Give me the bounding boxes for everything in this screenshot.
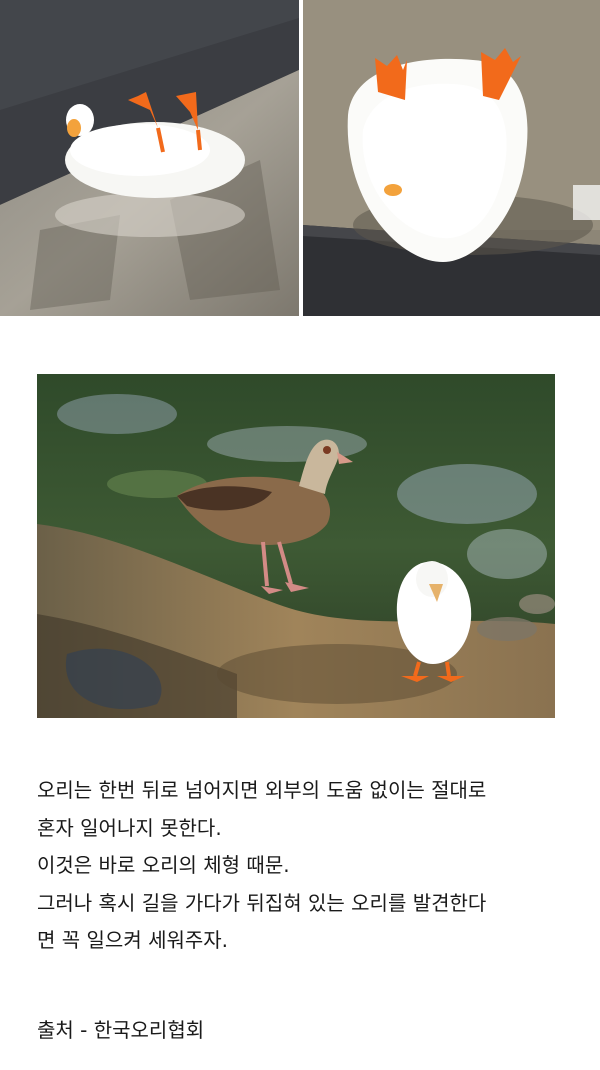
caption-line-4: 그러나 혹시 길을 가다가 뒤집혀 있는 오리를 발견한다 xyxy=(37,890,487,915)
duck-on-back-top-photo xyxy=(303,0,600,316)
duck-on-back-side-photo xyxy=(0,0,299,316)
caption-line-3: 이것은 바로 오리의 체형 때문. xyxy=(37,853,290,877)
duck-on-back-side-image xyxy=(0,0,299,316)
duck-on-back-top-image xyxy=(303,0,600,316)
top-photo-row xyxy=(0,0,600,316)
page: 오리는 한번 뒤로 넘어지면 외부의 도움 없이는 절대로 혼자 일어나지 못한… xyxy=(0,0,600,1070)
goose-and-duck-pond-image xyxy=(37,374,555,718)
caption-line-2: 혼자 일어나지 못한다. xyxy=(37,815,222,840)
source-credit: 출처 - 한국오리협회 xyxy=(37,1018,205,1042)
caption-block: 오리는 한번 뒤로 넘어지면 외부의 도움 없이는 절대로 혼자 일어나지 못한… xyxy=(37,772,567,960)
caption-line-5: 면 꼭 일으켜 세워주자. xyxy=(37,928,229,952)
goose-and-duck-pond-photo xyxy=(37,374,555,718)
caption-line-1: 오리는 한번 뒤로 넘어지면 외부의 도움 없이는 절대로 xyxy=(37,778,487,802)
